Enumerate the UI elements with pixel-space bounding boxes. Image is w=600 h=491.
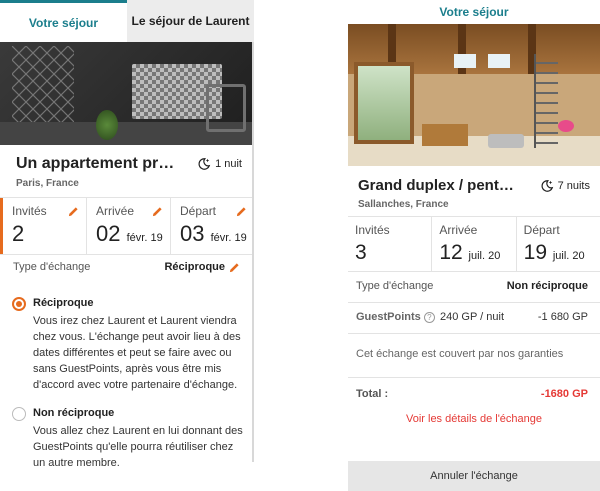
nights-count: 7 nuits [540,179,590,193]
departure-day: 03 [180,221,205,246]
exchange-type-label: Type d'échange [13,261,91,273]
stay-stats: Invités 2 Arrivée 02 févr. 19 Départ 03 … [0,197,254,255]
exchange-type-row: Type d'échange Réciproque [0,255,254,283]
exchange-type-row: Type d'échange Non réciproque [348,272,600,303]
option-reciprocal-description: Vous irez chez Laurent et Laurent viendr… [33,315,241,391]
property-location: Sallanches, France [358,199,449,210]
pencil-icon[interactable] [152,206,163,217]
option-non-reciprocal-title: Non réciproque [33,407,115,419]
guestpoints-row: GuestPoints ? 240 GP / nuit -1 680 GP [348,303,600,334]
departure-month: févr. 19 [210,232,247,244]
property-location: Paris, France [16,178,79,189]
property-photo[interactable] [348,24,600,166]
arrival-stat[interactable]: Arrivée 02 févr. 19 [87,198,171,254]
radio-reciprocal[interactable] [12,297,26,311]
exchange-details-link[interactable]: Voir les détails de l'échange [348,413,600,425]
guests-stat: Invités 3 [348,217,433,271]
property-photo[interactable] [0,42,254,145]
departure-label: Départ [523,223,560,237]
option-non-reciprocal[interactable]: Non réciproque Vous allez chez Laurent e… [0,407,254,471]
arrival-value: 12 juil. 20 [439,242,515,267]
guests-value: 2 [12,221,25,246]
departure-stat[interactable]: Départ 03 févr. 19 [171,198,254,254]
departure-month: juil. 20 [552,250,585,262]
guestpoints-rate: 240 GP / nuit [440,311,505,323]
arrival-label: Arrivée [439,223,478,237]
departure-day: 19 [523,241,548,264]
departure-stat: Départ 19 juil. 20 [517,217,600,271]
guarantee-text: Cet échange est couvert par nos garantie… [348,334,600,378]
guests-stat[interactable]: Invités 2 [0,198,87,254]
property-title[interactable]: Grand duplex / penth... [358,177,518,194]
exchange-type-value: Non réciproque [506,280,588,292]
arrival-month: févr. 19 [126,232,163,244]
nights-label: 7 nuits [557,180,590,192]
arrival-stat: Arrivée 12 juil. 20 [432,217,517,271]
property-title[interactable]: Un appartement proch... [16,155,180,173]
moon-star-icon [198,158,211,170]
guestpoints-label-group: GuestPoints ? [356,311,435,323]
arrival-value: 02 févr. 19 [96,223,170,249]
pencil-icon[interactable] [229,262,240,273]
question-circle-icon[interactable]: ? [423,311,435,323]
arrival-day: 02 [96,221,121,246]
tab-your-stay[interactable]: Votre séjour [0,0,127,42]
arrival-day: 12 [439,241,463,264]
departure-value: 03 févr. 19 [180,223,254,249]
tab-your-stay[interactable]: Votre séjour [348,0,600,24]
left-panel: Votre séjour Le séjour de Laurent Un app… [0,0,254,491]
guests-value: 3 [355,241,367,264]
total-value: -1680 GP [540,388,588,400]
cancel-exchange-button[interactable]: Annuler l'échange [348,461,600,491]
exchange-type-label: Type d'échange [356,280,434,292]
total-row: Total : -1680 GP [348,378,600,408]
moon-star-icon [541,180,553,192]
option-reciprocal[interactable]: Réciproque Vous irez chez Laurent et Lau… [0,297,254,393]
guests-label: Invités [355,223,390,237]
tab-laurent-stay[interactable]: Le séjour de Laurent [127,0,254,42]
stay-stats: Invités 3 Arrivée 12 juil. 20 Départ 19 … [348,216,600,272]
right-panel: Votre séjour Grand duplex / penth... Sal… [348,0,600,491]
exchange-type-value[interactable]: Réciproque [164,261,240,273]
nights-label: 1 nuit [215,158,242,170]
scrollbar[interactable] [252,42,254,462]
property-header: Un appartement proch... Paris, France 1 … [0,145,254,197]
pencil-icon[interactable] [68,206,79,217]
stay-tabs: Votre séjour Le séjour de Laurent [0,0,254,42]
exchange-type-text: Réciproque [164,261,225,273]
radio-non-reciprocal[interactable] [12,407,26,421]
guestpoints-label: GuestPoints [356,311,421,323]
arrival-month: juil. 20 [468,250,501,262]
departure-value: 19 juil. 20 [524,242,600,267]
option-non-reciprocal-description: Vous allez chez Laurent en lui donnant d… [33,425,243,469]
pencil-icon[interactable] [236,206,247,217]
total-label: Total : [356,388,389,400]
property-header: Grand duplex / penth... Sallanches, Fran… [348,166,600,216]
guestpoints-amount: -1 680 GP [537,311,588,323]
nights-count: 1 nuit [197,157,242,171]
option-reciprocal-title: Réciproque [33,297,94,309]
